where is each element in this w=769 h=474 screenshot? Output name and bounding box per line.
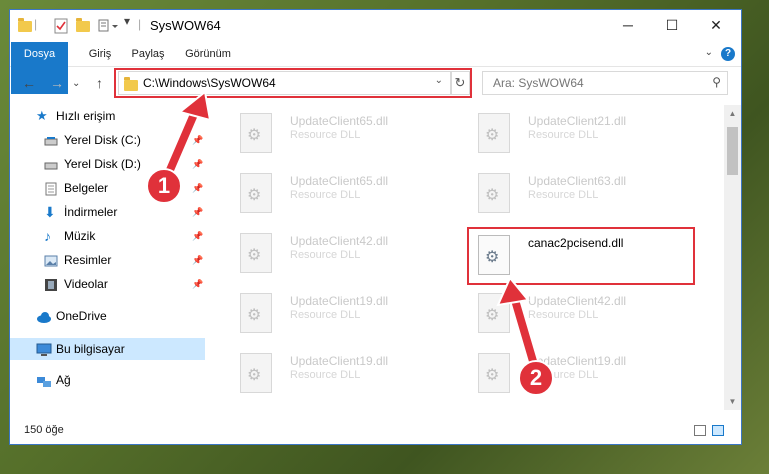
annotation-arrows bbox=[164, 90, 541, 374]
callout-2: 2 bbox=[518, 360, 554, 396]
callout-1: 1 bbox=[146, 168, 182, 204]
